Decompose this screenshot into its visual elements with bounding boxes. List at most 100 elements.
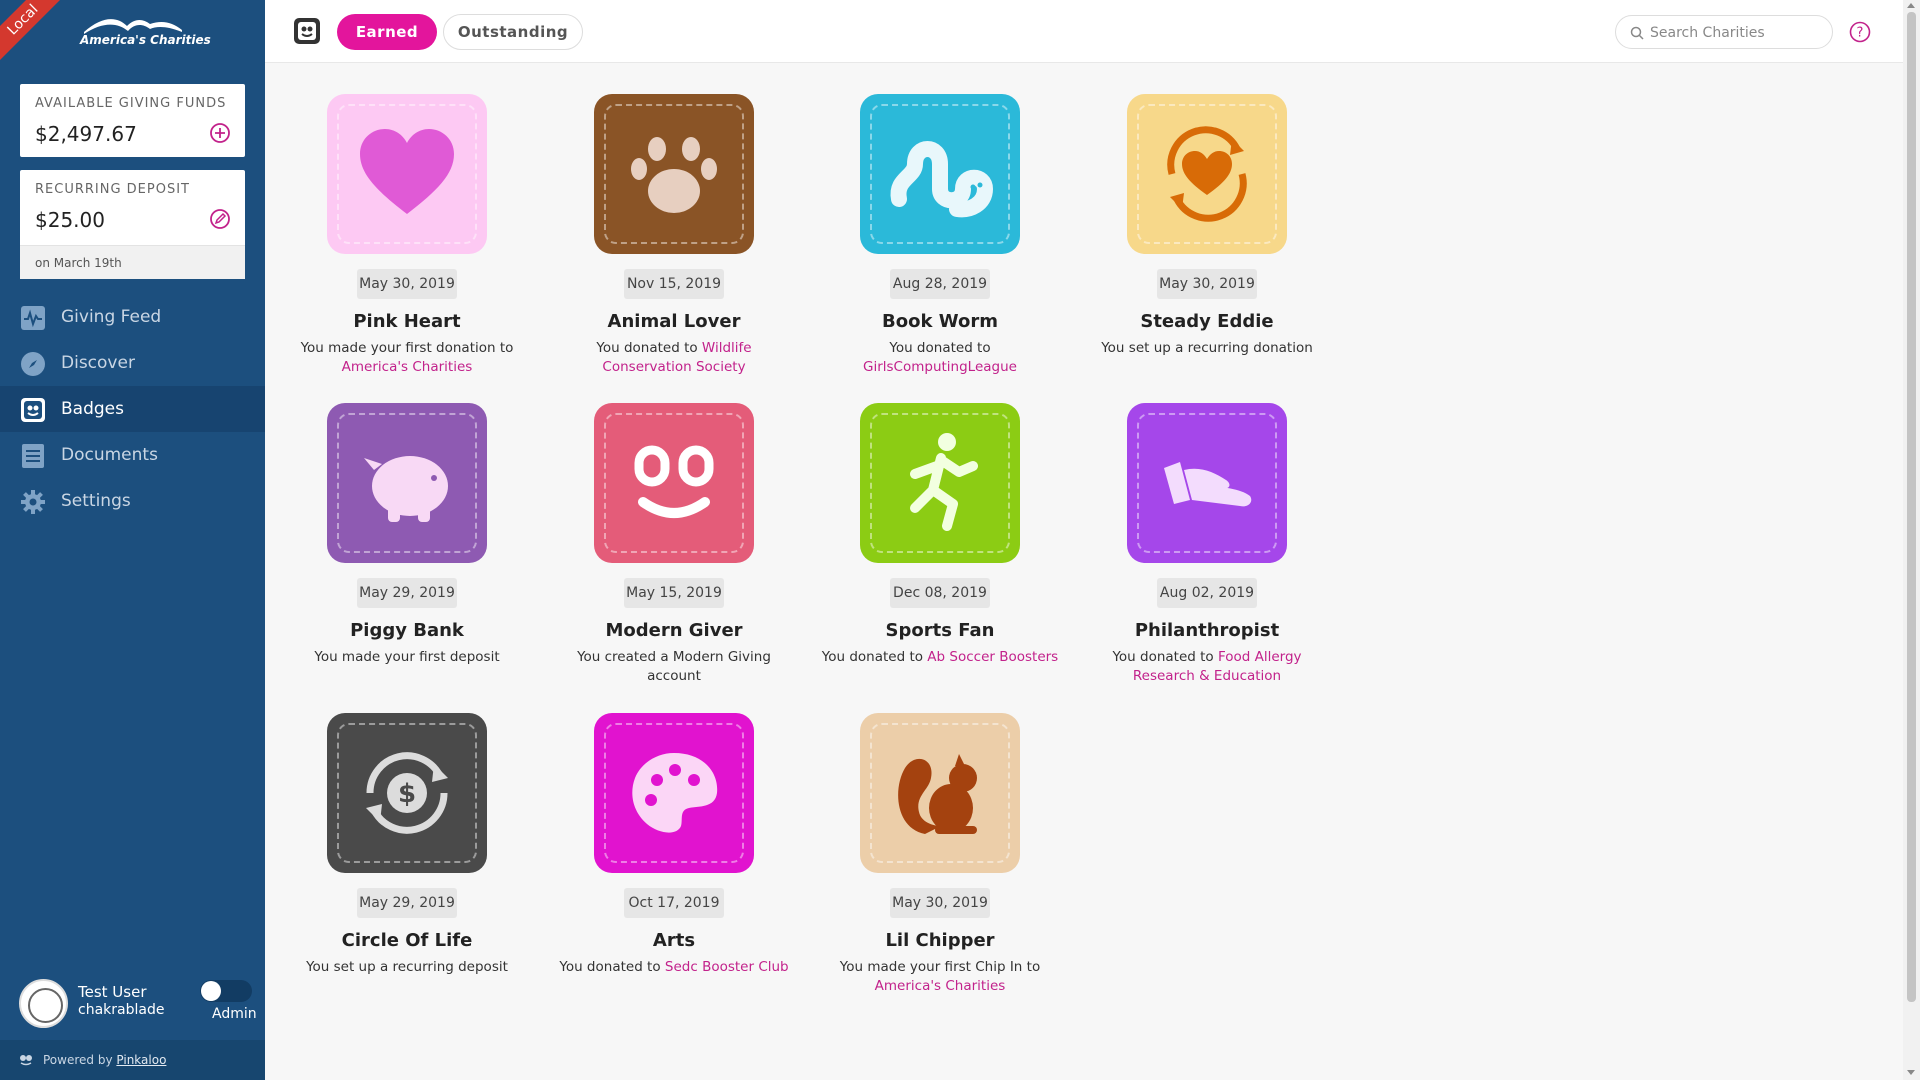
badge-text: You made your first deposit — [314, 649, 500, 665]
scroll-down-icon[interactable] — [1907, 1070, 1915, 1075]
recurring-deposit-note: on March 19th — [20, 245, 245, 279]
badge-title: Piggy Bank — [350, 620, 464, 641]
badge-tile[interactable] — [594, 403, 754, 563]
avatar[interactable] — [19, 979, 68, 1028]
badge-charity-link[interactable]: America's Charities — [875, 978, 1006, 994]
badge-card: Dec 08, 2019 Sports Fan You donated to A… — [807, 403, 1073, 703]
nav-label: Badges — [61, 399, 124, 419]
badge-text: You donated to — [889, 340, 991, 356]
nav-item-giving-feed[interactable]: Giving Feed — [0, 294, 265, 340]
page-scrollbar[interactable] — [1903, 0, 1920, 1080]
badge-title: Animal Lover — [607, 311, 741, 332]
badge-charity-link[interactable]: America's Charities — [342, 359, 473, 375]
piggy-bank-icon — [364, 456, 448, 522]
badge-title: Arts — [652, 930, 696, 951]
scroll-up-icon[interactable] — [1907, 3, 1915, 8]
giving-hand-icon — [1164, 462, 1252, 507]
badge-icon — [294, 18, 320, 44]
nav-item-discover[interactable]: Discover — [0, 340, 265, 386]
badge-icon — [21, 398, 45, 422]
scroll-thumb[interactable] — [1907, 12, 1916, 1002]
badge-text: You donated to — [559, 959, 661, 975]
badge-charity-link[interactable]: GirlsComputingLeague — [863, 359, 1017, 375]
badge-tile[interactable] — [860, 403, 1020, 563]
badge-card: May 30, 2019 Steady Eddie You set up a r… — [1074, 94, 1340, 394]
badge-description: You set up a recurring donation — [1084, 339, 1330, 358]
badge-text: You set up a recurring donation — [1101, 340, 1313, 356]
badge-tile[interactable] — [860, 94, 1020, 254]
badge-text: You created a Modern Giving account — [577, 649, 771, 684]
badge-title: Book Worm — [882, 311, 998, 332]
badge-title: Philanthropist — [1134, 620, 1280, 641]
badge-date: Dec 08, 2019 — [890, 578, 990, 608]
badge-text: You set up a recurring deposit — [306, 959, 508, 975]
pinkaloo-link[interactable]: Pinkaloo — [116, 1053, 166, 1067]
admin-toggle[interactable] — [200, 980, 252, 1002]
badge-tile[interactable] — [594, 94, 754, 254]
badge-date: Aug 28, 2019 — [890, 269, 990, 299]
smiley-icon — [634, 445, 714, 518]
badge-card: Nov 15, 2019 Animal Lover You donated to… — [541, 94, 807, 394]
badge-card: May 29, 2019 Piggy Bank You made your fi… — [274, 403, 540, 703]
badge-date: May 29, 2019 — [357, 578, 457, 608]
badge-description: You donated to Food Allergy Research & E… — [1084, 648, 1330, 686]
svg-text:$: $ — [398, 779, 416, 809]
brand-name: America's Charities — [80, 33, 211, 47]
powered-by-footer: Powered by Pinkaloo — [0, 1040, 265, 1080]
badge-card: May 30, 2019 Lil Chipper You made your f… — [807, 713, 1073, 1013]
worm-icon — [890, 141, 994, 218]
badge-description: You donated to GirlsComputingLeague — [817, 339, 1063, 377]
badge-title: Lil Chipper — [885, 930, 995, 951]
badge-tile[interactable] — [594, 713, 754, 873]
compass-icon — [21, 352, 45, 376]
badge-tile[interactable] — [1127, 403, 1287, 563]
palette-icon — [632, 753, 718, 833]
dollar-cycle-icon: $ — [366, 752, 448, 834]
badge-description: You donated to Sedc Booster Club — [551, 958, 797, 977]
nav-item-documents[interactable]: Documents — [0, 432, 265, 478]
badge-tile[interactable] — [1127, 94, 1287, 254]
gear-icon — [21, 490, 45, 514]
badge-date: Nov 15, 2019 — [624, 269, 724, 299]
search-icon — [1630, 26, 1644, 40]
badge-card: May 15, 2019 Modern Giver You created a … — [541, 403, 807, 703]
badge-title: Circle Of Life — [341, 930, 473, 951]
badge-description: You set up a recurring deposit — [284, 958, 530, 977]
tab-earned[interactable]: Earned — [337, 14, 437, 50]
badge-title: Sports Fan — [885, 620, 995, 641]
pulse-icon — [21, 306, 45, 330]
badge-date: May 29, 2019 — [357, 888, 457, 918]
badge-text: You made your first Chip In to — [839, 959, 1041, 975]
recurring-deposit-label: RECURRING DEPOSIT — [35, 182, 190, 197]
badge-tile[interactable] — [860, 713, 1020, 873]
badge-date: Aug 02, 2019 — [1157, 578, 1257, 608]
badge-title: Steady Eddie — [1140, 311, 1274, 332]
search-input[interactable] — [1650, 23, 1820, 43]
badge-card: Aug 28, 2019 Book Worm You donated to Gi… — [807, 94, 1073, 394]
nav-item-settings[interactable]: Settings — [0, 478, 265, 524]
badge-tile[interactable] — [327, 403, 487, 563]
badge-title: Pink Heart — [353, 311, 461, 332]
badge-description: You donated to Ab Soccer Boosters — [817, 648, 1063, 667]
badge-card: Aug 02, 2019 Philanthropist You donated … — [1074, 403, 1340, 703]
badge-description: You donated to Wildlife Conservation Soc… — [551, 339, 797, 377]
edit-recurring-icon[interactable] — [209, 208, 231, 230]
badge-card: Oct 17, 2019 Arts You donated to Sedc Bo… — [541, 713, 807, 1013]
sidebar: Local America's Charities AVAILABLE GIVI… — [0, 0, 265, 1080]
nav-label: Giving Feed — [61, 307, 162, 327]
nav-label: Settings — [61, 491, 131, 511]
badge-description: You made your first deposit — [284, 648, 530, 667]
badge-tile[interactable]: $ — [327, 713, 487, 873]
badge-tile[interactable] — [327, 94, 487, 254]
help-icon[interactable]: ? — [1849, 21, 1871, 43]
user-name: Test User — [78, 983, 147, 1001]
badge-charity-link[interactable]: Ab Soccer Boosters — [927, 649, 1058, 665]
topbar: Earned Outstanding ? — [265, 0, 1903, 63]
badge-date: May 30, 2019 — [357, 269, 457, 299]
tab-outstanding[interactable]: Outstanding — [443, 14, 583, 50]
badge-card: $ May 29, 2019 Circle Of Life You set up… — [274, 713, 540, 1013]
badge-charity-link[interactable]: Sedc Booster Club — [665, 959, 789, 975]
nav-item-badges[interactable]: Badges — [0, 386, 265, 432]
add-funds-icon[interactable] — [209, 122, 231, 144]
svg-text:?: ? — [1857, 26, 1864, 41]
